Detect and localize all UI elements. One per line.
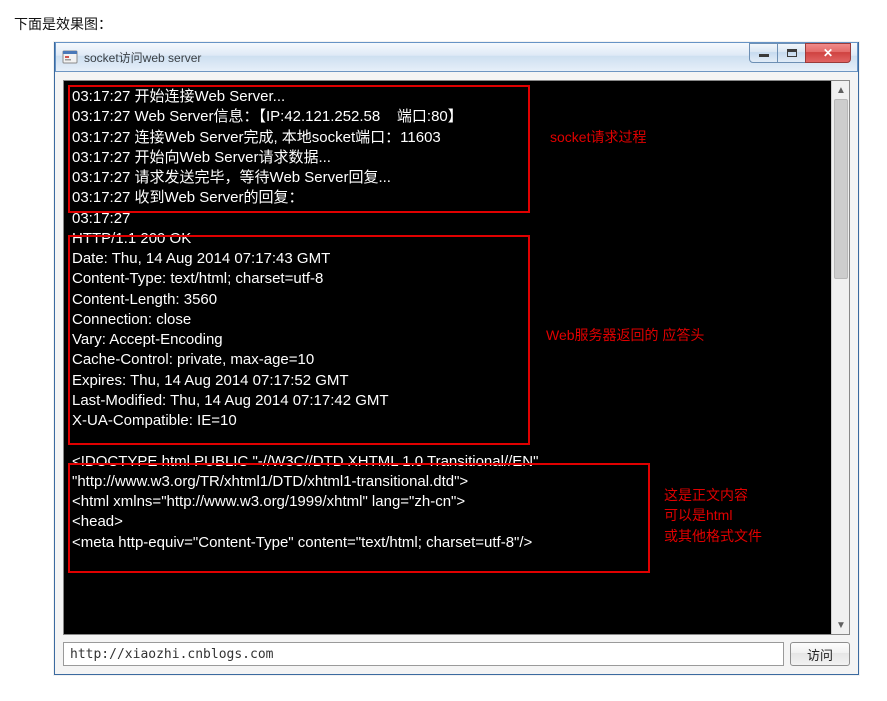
annotation-label-response-header: Web服务器返回的 应答头 [546, 325, 704, 345]
scroll-up-icon[interactable]: ▲ [832, 81, 850, 99]
close-button[interactable]: ✕ [805, 43, 851, 63]
visit-button[interactable]: 访问 [790, 642, 850, 666]
window-title: socket访问web server [84, 49, 749, 66]
annotation-label-socket-request: socket请求过程 [550, 127, 646, 147]
window-body: 03:17:27 开始连接Web Server... 03:17:27 Web … [55, 72, 858, 674]
console-panel: 03:17:27 开始连接Web Server... 03:17:27 Web … [63, 80, 850, 635]
annotation-label-body-content: 这是正文内容 可以是html 或其他格式文件 [664, 485, 762, 546]
title-bar[interactable]: socket访问web server ✕ [55, 42, 858, 72]
app-icon [62, 49, 78, 65]
scroll-thumb[interactable] [834, 99, 848, 279]
window-controls: ✕ [749, 43, 851, 63]
console-output: 03:17:27 开始连接Web Server... 03:17:27 Web … [64, 81, 831, 634]
close-icon: ✕ [823, 47, 833, 59]
maximize-button[interactable] [777, 43, 806, 63]
maximize-icon [787, 49, 797, 57]
minimize-button[interactable] [749, 43, 778, 63]
app-window: socket访问web server ✕ 03:17:27 开始连接Web Se… [54, 42, 859, 675]
vertical-scrollbar[interactable]: ▲ ▼ [831, 81, 849, 634]
minimize-icon [759, 54, 769, 57]
scroll-down-icon[interactable]: ▼ [832, 616, 850, 634]
bottom-bar: 访问 [63, 642, 850, 666]
url-input[interactable] [63, 642, 784, 666]
page-caption: 下面是效果图： [14, 14, 873, 34]
